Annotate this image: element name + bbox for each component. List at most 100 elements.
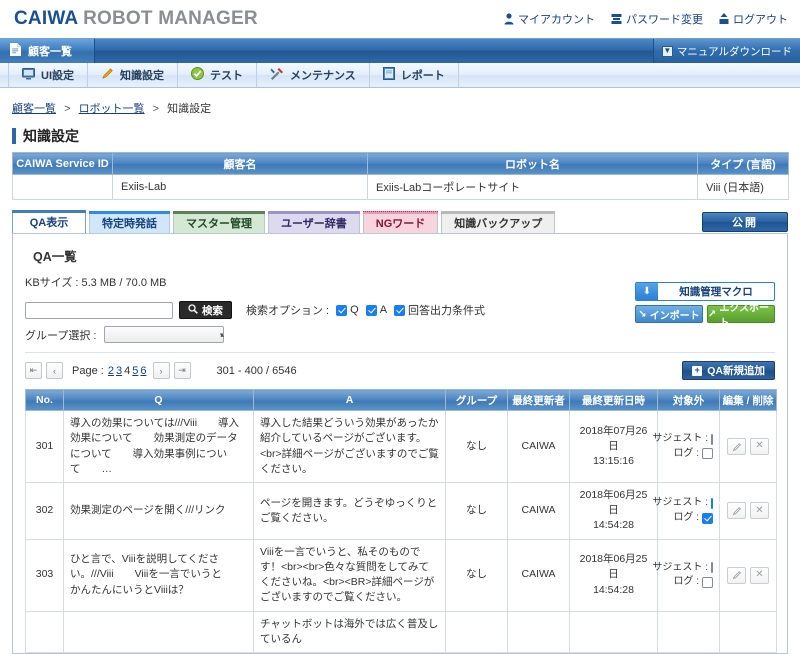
breadcrumb-robot-list[interactable]: ロボット一覧 <box>79 103 145 115</box>
table-row[interactable]: 301 導入の効果については///Viii 導入効果について 効果測定のデータに… <box>25 410 777 483</box>
add-qa-button-label: QA新規追加 <box>707 365 765 378</box>
nav-item-maintenance[interactable]: メンテナンス <box>257 63 370 87</box>
tab-qa-display[interactable]: QA表示 <box>12 210 86 234</box>
search-button[interactable]: 検索 <box>179 301 232 320</box>
qa-cell-a: Viiiを一言でいうと、私そのものです！<br><br>色々な質問をしてみてくだ… <box>253 538 446 612</box>
page-title: 知識設定 <box>12 128 800 145</box>
search-input[interactable] <box>25 301 173 319</box>
manual-download-button[interactable]: ▼ マニュアルダウンロード <box>652 39 800 63</box>
tab-accent-line <box>173 211 265 215</box>
nav-item-knowledge-settings[interactable]: 知識設定 <box>88 63 178 87</box>
logout-link[interactable]: ログアウト <box>719 11 788 27</box>
pagination-next-button[interactable]: › <box>152 362 170 380</box>
header-links: マイアカウント パスワード変更 ログアウト <box>504 11 788 27</box>
qa-log-row[interactable]: ログ : <box>664 511 713 526</box>
table-row[interactable]: チャットボットは海外では広く普及しているん <box>25 610 777 653</box>
qa-delete-button[interactable]: ✕ <box>750 566 769 584</box>
app-header: CAIWA ROBOT MANAGER マイアカウント パスワード変更 ログアウ… <box>0 0 800 38</box>
search-option-a-checkbox[interactable] <box>365 304 377 316</box>
qa-cell-no: 303 <box>25 538 64 612</box>
my-account-label: マイアカウント <box>518 14 595 26</box>
nav-item-ui-settings-label: UI設定 <box>41 70 74 82</box>
nav-item-knowledge-settings-label: 知識設定 <box>120 70 164 82</box>
table-row[interactable]: 302 効果測定のページを開く///リンク ページを開きます。どうぞゆっくりとご… <box>25 481 777 540</box>
qa-suggest-checkbox[interactable] <box>711 498 713 510</box>
qa-log-checkbox[interactable] <box>702 576 713 588</box>
search-option-answer-condition-checkbox[interactable] <box>394 304 406 316</box>
my-account-link[interactable]: マイアカウント <box>504 11 595 27</box>
qa-delete-button[interactable]: ✕ <box>750 502 769 520</box>
book-icon <box>382 67 395 83</box>
nav-item-report[interactable]: レポート <box>370 63 459 87</box>
qa-cell-excluded: サジェスト : ログ : <box>652 538 720 612</box>
nav-item-maintenance-label: メンテナンス <box>290 70 356 82</box>
search-option-answer-condition[interactable]: 回答出力条件式 <box>394 302 485 318</box>
qa-log-row[interactable]: ログ : <box>664 447 713 462</box>
qa-edit-button[interactable] <box>727 566 746 584</box>
qa-cell-group: なし <box>445 410 508 483</box>
logout-icon <box>719 13 729 25</box>
robot-info-table: CAIWA Service ID 顧客名 ロボット名 タイプ (言語) Exii… <box>12 152 789 201</box>
qa-header-updated-at: 最終更新日時 <box>569 389 658 412</box>
nav-item-ui-settings[interactable]: UI設定 <box>8 63 88 87</box>
qa-edit-button[interactable] <box>727 502 746 520</box>
search-option-a[interactable]: A <box>365 304 387 316</box>
import-button-label: インポート <box>649 310 700 322</box>
qa-cell-updated-date: 2018年06月25日 <box>579 488 648 517</box>
qa-log-checkbox[interactable] <box>702 448 713 460</box>
table-row[interactable]: 303 ひと言で、Viiiを説明してください。///Viii Viiiを一言でい… <box>25 538 777 612</box>
export-button[interactable]: ↗ エクスポート <box>707 303 775 329</box>
tab-bar: QA表示 特定時発話 マスター管理 ユーザー辞書 NGワード 知識バックアップ … <box>12 209 788 234</box>
search-option-q-checkbox[interactable] <box>336 304 348 316</box>
pagination-range-label: 301 - 400 / 6546 <box>216 364 297 377</box>
qa-suggest-row[interactable]: サジェスト : <box>652 432 713 447</box>
knowledge-macro-box: ⬇ 知識管理マクロ ↘ インポート ↗ エクスポート <box>635 282 775 329</box>
qa-delete-button[interactable]: ✕ <box>750 438 769 456</box>
pagination-last-button[interactable]: ⇥ <box>173 362 191 380</box>
qa-suggest-row[interactable]: サジェスト : <box>652 496 713 511</box>
qa-log-label: ログ : <box>673 576 699 588</box>
group-select-dropdown[interactable] <box>104 326 225 344</box>
qa-header-group: グループ <box>445 389 508 412</box>
qa-cell-no: 302 <box>25 481 64 540</box>
breadcrumb-customer-list[interactable]: 顧客一覧 <box>12 103 56 115</box>
qa-action-buttons: ✕ <box>726 566 770 584</box>
pagination-prev-button[interactable]: ‹ <box>46 362 63 380</box>
pagination-page-3[interactable]: 3 <box>116 365 122 377</box>
tab-accent-line <box>89 211 170 215</box>
search-options-label: 検索オプション : <box>246 305 330 318</box>
pagination-first-button[interactable]: ⇤ <box>25 362 42 380</box>
import-button[interactable]: ↘ インポート <box>635 305 703 324</box>
info-table-row: Exiis-Lab Exiis-Labコーポレートサイト Viii (日本語) <box>12 174 789 201</box>
change-password-link[interactable]: パスワード変更 <box>611 11 703 27</box>
tab-ng-word[interactable]: NGワード <box>362 211 439 234</box>
nav-item-test[interactable]: テスト <box>178 63 257 87</box>
tab-master-management[interactable]: マスター管理 <box>173 211 265 234</box>
group-select-label: グループ選択 : <box>25 329 97 342</box>
document-icon <box>10 43 21 59</box>
qa-suggest-checkbox[interactable] <box>711 562 713 574</box>
qa-log-checkbox[interactable] <box>702 512 713 524</box>
knowledge-macro-label: 知識管理マクロ <box>679 286 753 299</box>
qa-cell-q: 効果測定のページを開く///リンク <box>63 481 254 540</box>
tab-knowledge-backup[interactable]: 知識バックアップ <box>441 211 556 234</box>
qa-log-row[interactable]: ログ : <box>664 575 713 590</box>
tab-specific-utterance[interactable]: 特定時発話 <box>89 211 170 234</box>
qa-log-label: ログ : <box>673 511 699 523</box>
publish-button[interactable]: 公開 <box>702 212 788 233</box>
add-qa-button[interactable]: + QA新規追加 <box>682 361 775 381</box>
tab-accent-line <box>12 210 86 214</box>
pagination-page-6[interactable]: 6 <box>140 365 146 377</box>
search-option-q[interactable]: Q <box>336 304 359 316</box>
info-header-customer-name: 顧客名 <box>112 152 368 176</box>
qa-suggest-checkbox[interactable] <box>711 433 713 445</box>
info-table-header-row: CAIWA Service ID 顧客名 ロボット名 タイプ (言語) <box>12 152 789 176</box>
pagination-page-5[interactable]: 5 <box>132 365 138 377</box>
qa-edit-button[interactable] <box>727 438 746 456</box>
qa-header-excluded: 対象外 <box>657 389 720 412</box>
tab-user-dictionary[interactable]: ユーザー辞書 <box>268 211 360 234</box>
nav-tab-customer-list[interactable]: 顧客一覧 <box>0 39 95 63</box>
qa-suggest-row[interactable]: サジェスト : <box>652 561 713 576</box>
pagination-page-2[interactable]: 2 <box>108 365 114 377</box>
tab-accent-line <box>268 211 360 215</box>
